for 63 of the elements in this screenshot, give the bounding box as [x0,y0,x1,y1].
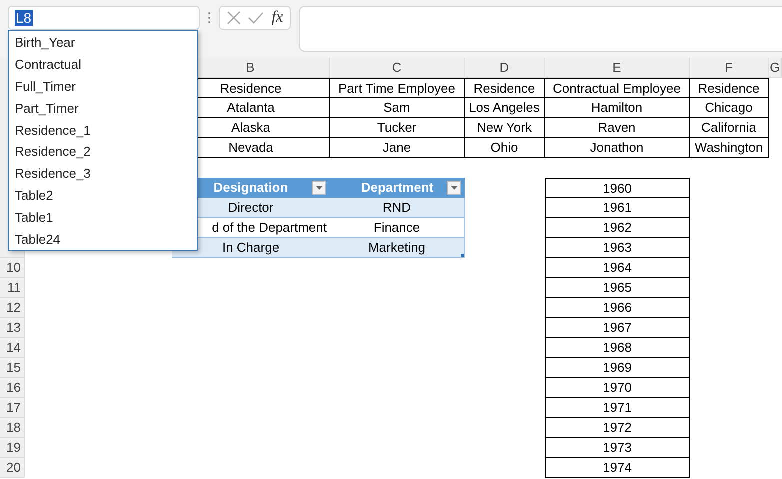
table-cell: 1963 [545,238,690,258]
table-cell: Tucker [330,118,465,138]
insert-function-button[interactable]: fx [272,9,284,27]
table-cell: 1967 [545,318,690,338]
caret-icon [316,186,322,190]
row-header[interactable]: 11 [0,278,25,298]
table-cell: 1969 [545,358,690,378]
table-cell: 1971 [545,398,690,418]
table-cell: 1965 [545,278,690,298]
table-cell: Part Time Employee [330,78,465,98]
row-header[interactable]: 18 [0,418,25,438]
table-cell: Finance [330,218,465,238]
table-cell: Ohio [465,138,545,158]
table-cell: Raven [545,118,690,138]
table-cell: New York [465,118,545,138]
table-cell: 1966 [545,298,690,318]
row-header[interactable]: 13 [0,318,25,338]
table-cell: Washington [690,138,769,158]
row-header[interactable]: 19 [0,438,25,458]
table-cell: Jonathon [545,138,690,158]
table-cell: Residence [690,78,769,98]
table-cell: Sam [330,98,465,118]
column-header[interactable]: G [769,58,782,78]
close-icon[interactable] [226,11,241,25]
table-cell: Residence [465,78,545,98]
table-cell: 1972 [545,418,690,438]
resize-handle[interactable] [461,254,464,257]
name-box[interactable]: L8 [8,6,200,30]
table-header-cell: Department [330,178,465,198]
table-cell: 1968 [545,338,690,358]
check-icon[interactable] [248,12,264,24]
filter-button[interactable] [312,181,326,195]
row-header[interactable]: 16 [0,378,25,398]
row-header[interactable]: 20 [0,458,25,478]
column-header[interactable]: D [465,58,545,78]
more-icon[interactable] [208,12,211,24]
column-header[interactable]: F [690,58,769,78]
table-cell: 1970 [545,378,690,398]
table-cell: 1964 [545,258,690,278]
column-header[interactable]: E [545,58,690,78]
table-cell: Marketing [330,238,465,258]
table-cell: California [690,118,769,138]
row-header[interactable]: 15 [0,358,25,378]
table-cell: Jane [330,138,465,158]
dropdown-item[interactable]: Birth_Year [9,32,197,54]
row-header[interactable]: 17 [0,398,25,418]
filter-button[interactable] [447,181,461,195]
table-cell: 1973 [545,438,690,458]
caret-icon [450,186,458,190]
formula-input[interactable] [299,6,782,52]
table-cell: Chicago [690,98,769,118]
row-header[interactable]: 12 [0,298,25,318]
table-cell: 1974 [545,458,690,478]
table-cell: 1962 [545,218,690,238]
row-header[interactable]: 14 [0,338,25,358]
column-header[interactable]: C [330,58,465,78]
table-cell: Contractual Employee [545,78,690,98]
table-cell: Los Angeles [465,98,545,118]
table-cell: RND [330,198,465,218]
table-cell: Hamilton [545,98,690,118]
table-cell: 1960 [545,178,690,198]
row-header[interactable]: 10 [0,258,25,278]
table-cell: 1961 [545,198,690,218]
